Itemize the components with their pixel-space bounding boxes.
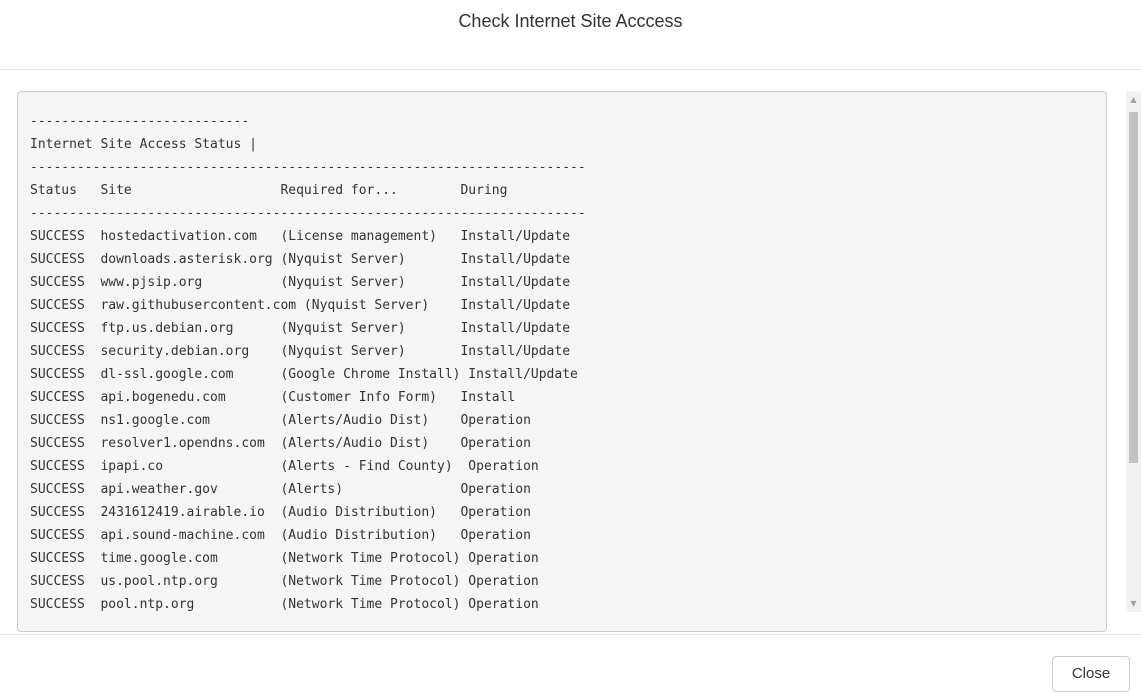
report-line: SUCCESS api.sound-machine.com (Audio Dis… [30, 528, 531, 543]
report-line: ----------------------------------------… [30, 206, 586, 221]
report-line: SUCCESS downloads.asterisk.org (Nyquist … [30, 252, 571, 267]
scrollbar-thumb[interactable] [1129, 112, 1138, 463]
scroll-up-arrow-icon[interactable]: ▲ [1126, 91, 1141, 108]
report-line: SUCCESS resolver1.opendns.com (Alerts/Au… [30, 436, 531, 451]
status-report-text: ---------------------------- Internet Sit… [30, 110, 586, 631]
report-line: SUCCESS ns1.google.com (Alerts/Audio Dis… [30, 413, 531, 428]
scroll-down-arrow-icon[interactable]: ▼ [1126, 595, 1141, 612]
close-button[interactable]: Close [1052, 656, 1130, 692]
report-line: Status Site Required for... During [30, 183, 508, 198]
report-line: SUCCESS ipapi.co (Alerts - Find County) … [30, 459, 539, 474]
report-line: SUCCESS time.google.com (Network Time Pr… [30, 551, 539, 566]
report-line: SUCCESS 2431612419.airable.io (Audio Dis… [30, 505, 531, 520]
report-line: SUCCESS pool.ntp.org (Network Time Proto… [30, 597, 539, 612]
report-line: SUCCESS raw.githubusercontent.com (Nyqui… [30, 298, 571, 313]
report-line: SUCCESS dl-ssl.google.com (Google Chrome… [30, 367, 578, 382]
check-site-access-dialog: Check Internet Site Acccess ------------… [0, 0, 1141, 694]
report-line: ---------------------------- [30, 114, 250, 129]
report-line [30, 616, 586, 631]
report-line: SUCCESS www.pjsip.org (Nyquist Server) I… [30, 275, 571, 290]
report-line: ----------------------------------------… [30, 160, 586, 175]
dialog-title: Check Internet Site Acccess [458, 11, 683, 31]
status-report-box[interactable]: ---------------------------- Internet Sit… [17, 91, 1107, 632]
report-line: SUCCESS api.weather.gov (Alerts) Operati… [30, 482, 531, 497]
report-line: SUCCESS ftp.us.debian.org (Nyquist Serve… [30, 321, 571, 336]
dialog-header: Check Internet Site Acccess [0, 0, 1141, 70]
report-line: Internet Site Access Status | [30, 137, 257, 152]
dialog-body: ---------------------------- Internet Sit… [0, 71, 1141, 634]
report-line: SUCCESS hostedactivation.com (License ma… [30, 229, 571, 244]
vertical-scrollbar[interactable]: ▲ ▼ [1126, 91, 1141, 612]
report-line: SUCCESS security.debian.org (Nyquist Ser… [30, 344, 571, 359]
report-line: SUCCESS us.pool.ntp.org (Network Time Pr… [30, 574, 539, 589]
dialog-footer: Close [0, 634, 1141, 694]
report-line: SUCCESS api.bogenedu.com (Customer Info … [30, 390, 516, 405]
